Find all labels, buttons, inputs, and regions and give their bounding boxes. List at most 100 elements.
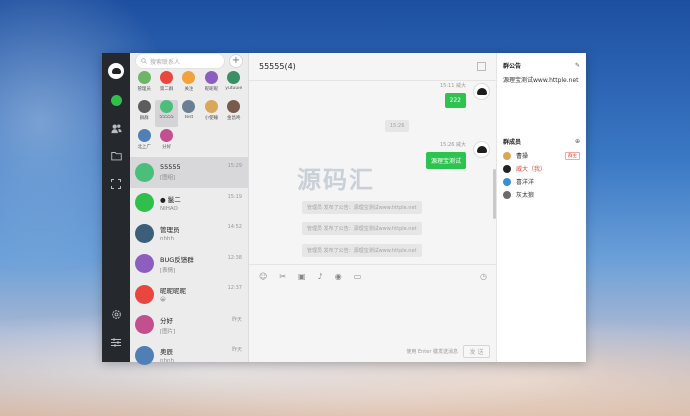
member-avatar bbox=[503, 177, 511, 186]
group-grid-item[interactable]: 55555 bbox=[155, 100, 178, 127]
group-avatar bbox=[227, 71, 241, 84]
contact-item[interactable]: BUG反馈群 [表情] 12:38 bbox=[130, 249, 248, 280]
chat-title: 55555(4) bbox=[259, 62, 296, 71]
search-placeholder: 搜索联系人 bbox=[150, 58, 181, 66]
group-grid-item[interactable]: test bbox=[178, 100, 200, 127]
group-grid: 管理员 第二群 关注 昵昵昵 yutuuie 群群 55555 test 小使睡… bbox=[130, 69, 248, 156]
folder-nav-icon[interactable] bbox=[102, 142, 130, 170]
group-grid-item[interactable]: 管理员 bbox=[133, 71, 155, 98]
group-label: 管理员 bbox=[137, 87, 151, 92]
contact-time: 14:52 bbox=[227, 224, 242, 230]
contact-item[interactable]: 昵昵昵昵 😀 12:37 bbox=[130, 279, 248, 310]
scissors-icon[interactable]: ✂ bbox=[279, 272, 286, 281]
edit-pencil-icon[interactable]: ✎ bbox=[575, 62, 580, 69]
scrollbar[interactable] bbox=[493, 169, 496, 219]
group-grid-item[interactable]: 关注 bbox=[178, 71, 200, 98]
emoji-icon[interactable]: ☺ bbox=[259, 272, 267, 281]
group-avatar bbox=[137, 100, 151, 113]
chat-nav-icon[interactable] bbox=[102, 86, 130, 114]
group-label: 55555 bbox=[159, 115, 174, 120]
contacts-panel: 搜索联系人 + 管理员 第二群 关注 昵昵昵 yutuuie 群群 55555 bbox=[130, 53, 249, 365]
group-label: 关注 bbox=[184, 87, 194, 92]
group-avatar bbox=[160, 71, 174, 84]
contact-time: 12:38 bbox=[227, 254, 242, 261]
contact-last-message: [图片] bbox=[160, 328, 176, 335]
group-grid-item[interactable]: 昵昵昵 bbox=[200, 71, 222, 98]
settings-gear-icon[interactable] bbox=[102, 300, 130, 328]
group-grid-item[interactable]: 小使睡 bbox=[200, 100, 222, 127]
group-grid-item[interactable]: 第二群 bbox=[155, 71, 177, 98]
member-item[interactable]: 曹操 群主 bbox=[497, 149, 586, 162]
contact-item[interactable]: 分好 [图片] 昨天 bbox=[130, 310, 248, 341]
member-item[interactable]: 喜洋洋 bbox=[497, 175, 586, 188]
contact-avatar bbox=[135, 162, 154, 182]
member-name: 威大（我） bbox=[516, 166, 547, 173]
notice-title: 群公告 bbox=[503, 62, 522, 70]
contact-item[interactable]: 管理员 nhhh 14:52 bbox=[130, 218, 248, 249]
contact-list: 55555 [图组] 15:29 ● 鬣二 NIHAO 15:19 管理员 nh… bbox=[130, 157, 248, 371]
contact-time: 12:37 bbox=[227, 285, 242, 291]
contact-last-message: [表情] bbox=[160, 267, 176, 274]
contact-item[interactable]: ● 鬣二 NIHAO 15:19 bbox=[130, 188, 248, 219]
send-hint: 使用 Enter 键发送消息 bbox=[406, 349, 458, 355]
group-label: 第二群 bbox=[159, 87, 174, 92]
group-avatar bbox=[160, 129, 174, 142]
system-notice: 管理员 发布了公告：源理宝测试www.httple.net bbox=[302, 201, 422, 214]
message-list: 15:11 威大 222 15:26 15:26 威大 源理宝测试 管理员 发布… bbox=[249, 81, 496, 264]
group-avatar bbox=[137, 129, 151, 142]
user-avatar[interactable] bbox=[108, 63, 124, 79]
fullscreen-nav-icon[interactable] bbox=[102, 170, 130, 198]
group-grid-item[interactable]: 北上广 bbox=[133, 129, 155, 156]
group-grid-item[interactable]: yutuuie bbox=[223, 71, 245, 98]
group-info-panel: 群公告 ✎ 源理宝测试www.httple.net 群成员 ⊕ 曹操 群主 威大… bbox=[496, 53, 586, 362]
group-grid-item[interactable]: 分好 bbox=[155, 129, 177, 156]
group-grid-item[interactable]: 群群 bbox=[133, 100, 155, 127]
composer-toolbar: ☺ ✂ ▣ ♪ ◉ ▭ bbox=[249, 265, 496, 288]
qrcode-icon[interactable] bbox=[477, 62, 486, 71]
contact-avatar bbox=[135, 223, 154, 243]
contact-item[interactable]: 55555 [图组] 15:29 bbox=[130, 157, 248, 188]
group-avatar bbox=[182, 71, 196, 84]
sender-avatar[interactable] bbox=[473, 141, 490, 158]
history-clock-icon[interactable]: ◷ bbox=[480, 272, 487, 281]
add-member-icon[interactable]: ⊕ bbox=[575, 138, 580, 145]
contact-name: 奥辰 bbox=[160, 348, 173, 357]
member-name: 喜洋洋 bbox=[516, 179, 535, 186]
group-grid-item[interactable]: 金昌咚 bbox=[223, 100, 245, 127]
group-label: 北上广 bbox=[137, 145, 151, 150]
group-label: 分好 bbox=[162, 145, 172, 150]
contact-item[interactable]: 奥辰 nhnh 昨天 bbox=[130, 340, 248, 371]
left-nav-bar bbox=[102, 53, 130, 362]
menu-sliders-icon[interactable] bbox=[102, 328, 130, 356]
contact-avatar bbox=[135, 315, 154, 335]
chat-area: 55555(4) 15:11 威大 222 15:26 15:26 威大 源理宝… bbox=[249, 53, 496, 362]
message-meta: 15:26 威大 bbox=[440, 142, 466, 148]
contact-time: 昨天 bbox=[231, 316, 242, 323]
message-bubble: 源理宝测试 bbox=[425, 152, 466, 169]
member-list: 曹操 群主 威大（我） 喜洋洋 灰太狼 bbox=[497, 149, 586, 201]
member-item[interactable]: 威大（我） bbox=[497, 162, 586, 175]
owner-badge: 群主 bbox=[565, 151, 580, 160]
image-icon[interactable]: ▣ bbox=[298, 272, 306, 281]
contact-last-message: NIHAO bbox=[160, 205, 178, 212]
contact-last-message: nhnh bbox=[160, 358, 174, 365]
group-label: 金昌咚 bbox=[227, 116, 241, 121]
contact-avatar bbox=[135, 254, 154, 274]
member-item[interactable]: 灰太狼 bbox=[497, 188, 586, 201]
search-icon bbox=[141, 58, 147, 64]
add-contact-button[interactable]: + bbox=[229, 54, 243, 68]
group-label: test bbox=[184, 115, 194, 120]
search-input[interactable]: 搜索联系人 bbox=[135, 53, 225, 69]
send-button[interactable]: 发 送 bbox=[463, 345, 490, 358]
contacts-nav-icon[interactable] bbox=[102, 114, 130, 142]
contact-avatar bbox=[135, 284, 154, 304]
contact-name: 分好 bbox=[160, 316, 173, 325]
video-icon[interactable]: ◉ bbox=[335, 272, 342, 281]
sender-avatar[interactable] bbox=[473, 83, 490, 100]
folder-icon[interactable]: ▭ bbox=[354, 272, 362, 281]
member-name: 灰太狼 bbox=[516, 192, 535, 199]
contact-avatar bbox=[135, 345, 154, 365]
contact-time: 昨天 bbox=[231, 347, 242, 353]
microphone-icon[interactable]: ♪ bbox=[318, 272, 323, 281]
group-avatar bbox=[204, 100, 218, 113]
